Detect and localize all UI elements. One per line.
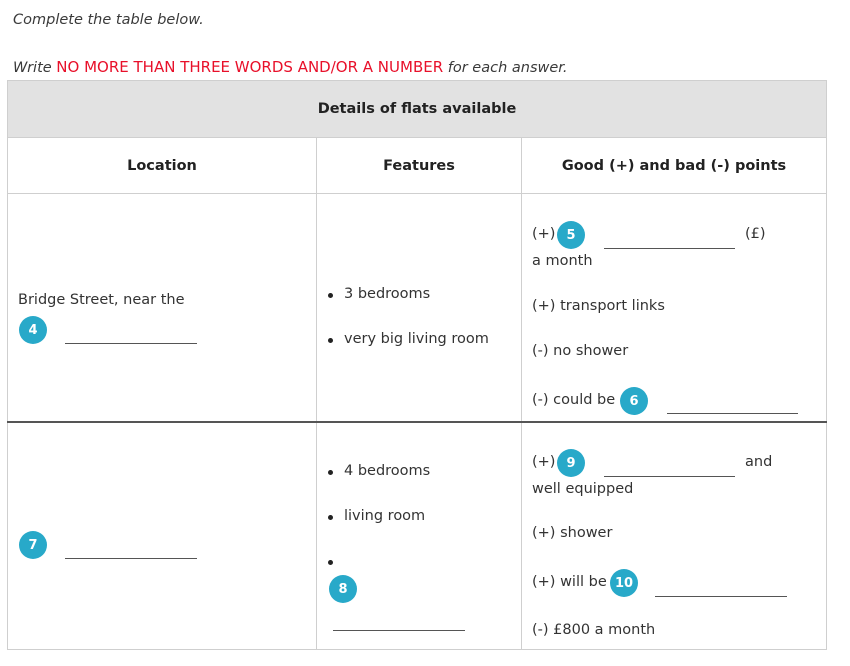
- answer-7-blank[interactable]: [65, 558, 197, 559]
- row2-location-cell: [7, 422, 317, 650]
- question-4-badge: 4: [19, 316, 47, 344]
- row1-point-1-suffix: (£): [745, 226, 766, 242]
- instruction-prefix: Write: [13, 60, 57, 76]
- row2-point-4: (-) £800 a month: [532, 622, 656, 638]
- table-title: Details of flats available: [7, 80, 827, 138]
- row1-point-2: (+) transport links: [532, 298, 665, 314]
- header-location: Location: [7, 137, 317, 194]
- question-5-badge: 5: [557, 221, 585, 249]
- header-points: Good (+) and bad (-) points: [521, 137, 827, 194]
- row1-point-1-prefix: (+): [532, 226, 556, 242]
- instruction-line-2: Write NO MORE THAN THREE WORDS AND/OR A …: [13, 58, 568, 76]
- row-divider: [7, 421, 827, 423]
- row2-point-1-prefix: (+): [532, 454, 556, 470]
- question-7-badge: 7: [19, 531, 47, 559]
- row1-point-1-line2: a month: [532, 253, 593, 269]
- bullet: [328, 293, 333, 298]
- instruction-emphasis: NO MORE THAN THREE WORDS AND/OR A NUMBER: [56, 58, 444, 76]
- row2-features-cell: [316, 422, 522, 650]
- header-features: Features: [316, 137, 522, 194]
- answer-6-blank[interactable]: [667, 413, 798, 414]
- answer-9-blank[interactable]: [604, 476, 735, 477]
- row1-point-3: (-) no shower: [532, 343, 629, 359]
- instruction-line-1: Complete the table below.: [13, 12, 204, 28]
- bullet: [328, 338, 333, 343]
- answer-10-blank[interactable]: [655, 596, 787, 597]
- row1-features-cell: [316, 193, 522, 423]
- row1-location-cell: [7, 193, 317, 423]
- question-8-badge: 8: [329, 575, 357, 603]
- question-10-badge: 10: [610, 569, 638, 597]
- row2-point-3-prefix: (+) will be: [532, 574, 607, 590]
- row1-feature-1: 3 bedrooms: [344, 286, 431, 302]
- bullet: [328, 470, 333, 475]
- flats-table: Details of flats available Location Feat…: [7, 80, 827, 650]
- row1-point-4-prefix: (-) could be: [532, 392, 616, 408]
- row2-feature-1: 4 bedrooms: [344, 463, 431, 479]
- answer-8-blank[interactable]: [333, 630, 465, 631]
- row1-feature-2: very big living room: [344, 331, 489, 347]
- bullet: [328, 515, 333, 520]
- bullet: [328, 560, 333, 565]
- row2-feature-2: living room: [344, 508, 426, 524]
- question-6-badge: 6: [620, 387, 648, 415]
- instruction-suffix: for each answer.: [443, 60, 568, 76]
- row2-point-1-line2: well equipped: [532, 481, 634, 497]
- question-9-badge: 9: [557, 449, 585, 477]
- row1-location-text: Bridge Street, near the: [18, 292, 185, 308]
- answer-5-blank[interactable]: [604, 248, 735, 249]
- row2-point-1-suffix: and: [745, 454, 773, 470]
- row2-point-2: (+) shower: [532, 525, 613, 541]
- answer-4-blank[interactable]: [65, 343, 197, 344]
